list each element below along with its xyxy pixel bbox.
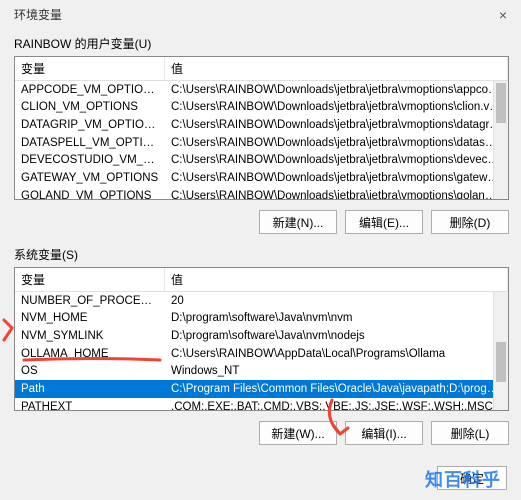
cell-variable: PATHEXT (15, 398, 165, 410)
new-user-var-button[interactable]: 新建(N)... (259, 210, 337, 234)
system-vars-body: NUMBER_OF_PROCESSORS20NVM_HOMED:\program… (15, 292, 508, 410)
table-row[interactable]: CLION_VM_OPTIONSC:\Users\RAINBOW\Downloa… (15, 99, 508, 117)
cell-value: C:\Users\RAINBOW\Downloads\jetbra\jetbra… (165, 187, 508, 199)
table-row[interactable]: DATASPELL_VM_OPTIONSC:\Users\RAINBOW\Dow… (15, 134, 508, 152)
delete-sys-var-button[interactable]: 删除(L) (431, 421, 509, 445)
close-icon[interactable]: × (495, 7, 511, 23)
cell-value: C:\Users\RAINBOW\Downloads\jetbra\jetbra… (165, 81, 508, 99)
cell-value: C:\Users\RAINBOW\Downloads\jetbra\jetbra… (165, 169, 508, 187)
scroll-thumb[interactable] (496, 83, 506, 123)
edit-user-var-button[interactable]: 编辑(E)... (345, 210, 423, 234)
user-vars-buttons: 新建(N)... 编辑(E)... 删除(D) (0, 210, 509, 234)
col-header-variable[interactable]: 变量 (15, 268, 165, 291)
table-row[interactable]: NVM_HOMED:\program\software\Java\nvm\nvm (15, 310, 508, 328)
table-row[interactable]: OLLAMA_HOMEC:\Users\RAINBOW\AppData\Loca… (15, 345, 508, 363)
table-row[interactable]: DEVECOSTUDIO_VM_OPTIO...C:\Users\RAINBOW… (15, 152, 508, 170)
user-vars-list[interactable]: 变量 值 APPCODE_VM_OPTIONSC:\Users\RAINBOW\… (14, 56, 509, 200)
env-vars-dialog: 环境变量 × RAINBOW 的用户变量(U) 变量 值 APPCODE_VM_… (0, 0, 521, 500)
system-vars-list[interactable]: 变量 值 NUMBER_OF_PROCESSORS20NVM_HOMED:\pr… (14, 267, 509, 411)
cell-value: C:\Users\RAINBOW\Downloads\jetbra\jetbra… (165, 116, 508, 134)
scrollbar[interactable] (493, 81, 508, 199)
dialog-title: 环境变量 (14, 6, 62, 23)
user-vars-section: RAINBOW 的用户变量(U) 变量 值 APPCODE_VM_OPTIONS… (14, 31, 509, 200)
cell-variable: GOLAND_VM_OPTIONS (15, 187, 165, 199)
cell-value: C:\Users\RAINBOW\Downloads\jetbra\jetbra… (165, 152, 508, 170)
table-row[interactable]: NVM_SYMLINKD:\program\software\Java\nvm\… (15, 327, 508, 345)
scroll-thumb[interactable] (496, 342, 506, 382)
list-header: 变量 值 (15, 268, 508, 292)
table-row[interactable]: GATEWAY_VM_OPTIONSC:\Users\RAINBOW\Downl… (15, 169, 508, 187)
cell-variable: NVM_HOME (15, 310, 165, 328)
col-header-value[interactable]: 值 (165, 268, 508, 291)
system-vars-section: 系统变量(S) 变量 值 NUMBER_OF_PROCESSORS20NVM_H… (14, 242, 509, 411)
col-header-value[interactable]: 值 (165, 57, 508, 80)
cell-value: C:\Program Files\Common Files\Oracle\Jav… (165, 380, 508, 398)
cell-value: D:\program\software\Java\nvm\nvm (165, 310, 508, 328)
system-vars-buttons: 新建(W)... 编辑(I)... 删除(L) (0, 421, 509, 445)
scrollbar[interactable] (493, 292, 508, 410)
cell-variable: GATEWAY_VM_OPTIONS (15, 169, 165, 187)
table-row[interactable]: NUMBER_OF_PROCESSORS20 (15, 292, 508, 310)
cell-value: C:\Users\RAINBOW\Downloads\jetbra\jetbra… (165, 99, 508, 117)
dialog-footer: 确定 (437, 466, 507, 490)
cell-value: C:\Users\RAINBOW\AppData\Local\Programs\… (165, 345, 508, 363)
user-vars-body: APPCODE_VM_OPTIONSC:\Users\RAINBOW\Downl… (15, 81, 508, 199)
table-row[interactable]: PathC:\Program Files\Common Files\Oracle… (15, 380, 508, 398)
cell-value: 20 (165, 292, 508, 310)
cell-value: C:\Users\RAINBOW\Downloads\jetbra\jetbra… (165, 134, 508, 152)
cell-variable: DATAGRIP_VM_OPTIONS (15, 116, 165, 134)
delete-user-var-button[interactable]: 删除(D) (431, 210, 509, 234)
cell-variable: APPCODE_VM_OPTIONS (15, 81, 165, 99)
cell-variable: OS (15, 363, 165, 381)
user-vars-label: RAINBOW 的用户变量(U) (14, 31, 509, 56)
ok-button[interactable]: 确定 (437, 466, 507, 490)
table-row[interactable]: PATHEXT.COM;.EXE;.BAT;.CMD;.VBS;.VBE;.JS… (15, 398, 508, 410)
cell-variable: NUMBER_OF_PROCESSORS (15, 292, 165, 310)
system-vars-label: 系统变量(S) (14, 242, 509, 267)
cell-variable: OLLAMA_HOME (15, 345, 165, 363)
table-row[interactable]: GOLAND_VM_OPTIONSC:\Users\RAINBOW\Downlo… (15, 187, 508, 199)
table-row[interactable]: APPCODE_VM_OPTIONSC:\Users\RAINBOW\Downl… (15, 81, 508, 99)
cell-value: D:\program\software\Java\nvm\nodejs (165, 327, 508, 345)
cell-variable: CLION_VM_OPTIONS (15, 99, 165, 117)
cell-value: .COM;.EXE;.BAT;.CMD;.VBS;.VBE;.JS;.JSE;.… (165, 398, 508, 410)
list-header: 变量 值 (15, 57, 508, 81)
cell-variable: DATASPELL_VM_OPTIONS (15, 134, 165, 152)
titlebar: 环境变量 × (0, 0, 521, 27)
cell-variable: Path (15, 380, 165, 398)
cell-value: Windows_NT (165, 363, 508, 381)
new-sys-var-button[interactable]: 新建(W)... (259, 421, 337, 445)
cell-variable: DEVECOSTUDIO_VM_OPTIO... (15, 152, 165, 170)
table-row[interactable]: DATAGRIP_VM_OPTIONSC:\Users\RAINBOW\Down… (15, 116, 508, 134)
col-header-variable[interactable]: 变量 (15, 57, 165, 80)
cell-variable: NVM_SYMLINK (15, 327, 165, 345)
edit-sys-var-button[interactable]: 编辑(I)... (345, 421, 423, 445)
table-row[interactable]: OSWindows_NT (15, 363, 508, 381)
